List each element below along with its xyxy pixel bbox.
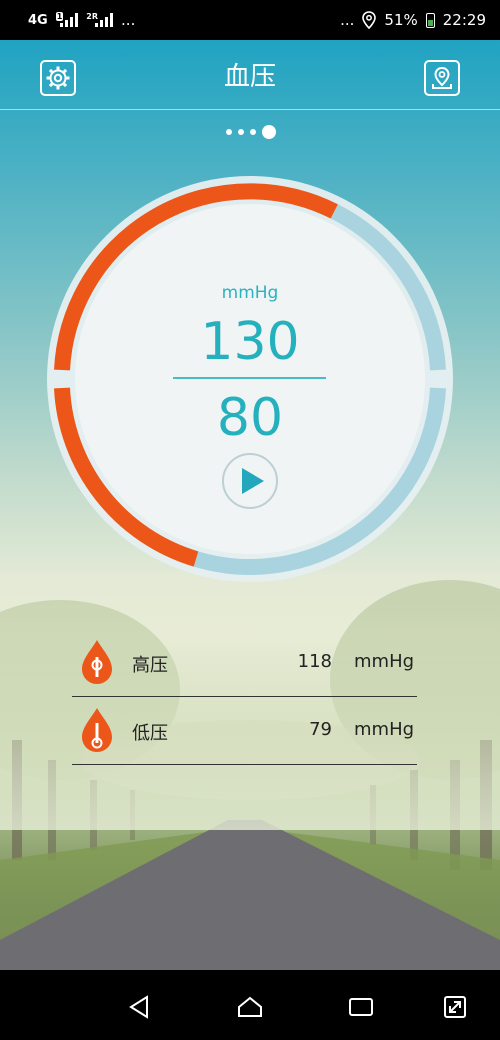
map-pin-icon xyxy=(432,66,452,89)
reading-row-high: 高压 118 mmHg xyxy=(72,629,417,697)
systolic-value: 130 xyxy=(200,312,300,372)
page-title: 血压 xyxy=(223,62,276,92)
status-overflow-right: ... xyxy=(340,11,355,29)
navigation-bar xyxy=(0,970,500,1040)
battery-icon xyxy=(425,12,435,28)
sim2-badge: 2R xyxy=(86,12,99,21)
reading-value: 118 xyxy=(297,651,332,672)
sim1-signal-icon: 1 xyxy=(55,12,79,27)
home-icon[interactable] xyxy=(235,992,265,1022)
back-triangle-icon[interactable] xyxy=(125,992,155,1022)
app-screen: 血压 mmHg 130 80 高压 118 mmHg 低压 79 mmHg xyxy=(0,40,500,970)
reading-unit: mmHg xyxy=(354,719,415,740)
page-indicator xyxy=(226,125,276,139)
location-button[interactable] xyxy=(424,60,460,96)
reading-label: 高压 xyxy=(132,655,168,676)
gear-icon xyxy=(46,66,70,90)
gauge-divider xyxy=(173,377,326,379)
recents-icon[interactable] xyxy=(346,992,376,1022)
gauge-unit: mmHg xyxy=(221,283,279,303)
app-header: 血压 xyxy=(0,40,500,110)
clock: 22:29 xyxy=(442,11,486,29)
status-overflow-left: ... xyxy=(121,11,136,29)
blood-drop-high-icon xyxy=(82,640,112,684)
page-dot-active[interactable] xyxy=(262,125,276,139)
network-type: 4G xyxy=(28,12,48,28)
diastolic-value: 80 xyxy=(216,388,284,448)
blood-drop-low-icon xyxy=(82,708,112,752)
sim1-badge: 1 xyxy=(55,12,64,21)
status-right: ... 51% 22:29 xyxy=(340,11,486,29)
status-bar: 4G 1 2R ... ... 51% 22:29 xyxy=(0,0,500,40)
sim2-signal-icon: 2R xyxy=(86,12,114,27)
settings-button[interactable] xyxy=(40,60,76,96)
play-icon xyxy=(242,468,264,494)
reading-value: 79 xyxy=(309,719,332,740)
reading-unit: mmHg xyxy=(354,651,415,672)
reading-label: 低压 xyxy=(132,723,168,744)
start-measure-button[interactable] xyxy=(222,453,278,509)
page-dot[interactable] xyxy=(238,129,244,135)
battery-percent: 51% xyxy=(384,11,418,29)
page-dot[interactable] xyxy=(250,129,256,135)
page-dot[interactable] xyxy=(226,129,232,135)
blood-pressure-gauge xyxy=(47,176,453,582)
expand-icon[interactable] xyxy=(440,992,470,1022)
location-status-icon xyxy=(362,11,377,29)
status-left: 4G 1 2R ... xyxy=(28,11,135,29)
reading-row-low: 低压 79 mmHg xyxy=(72,697,417,765)
